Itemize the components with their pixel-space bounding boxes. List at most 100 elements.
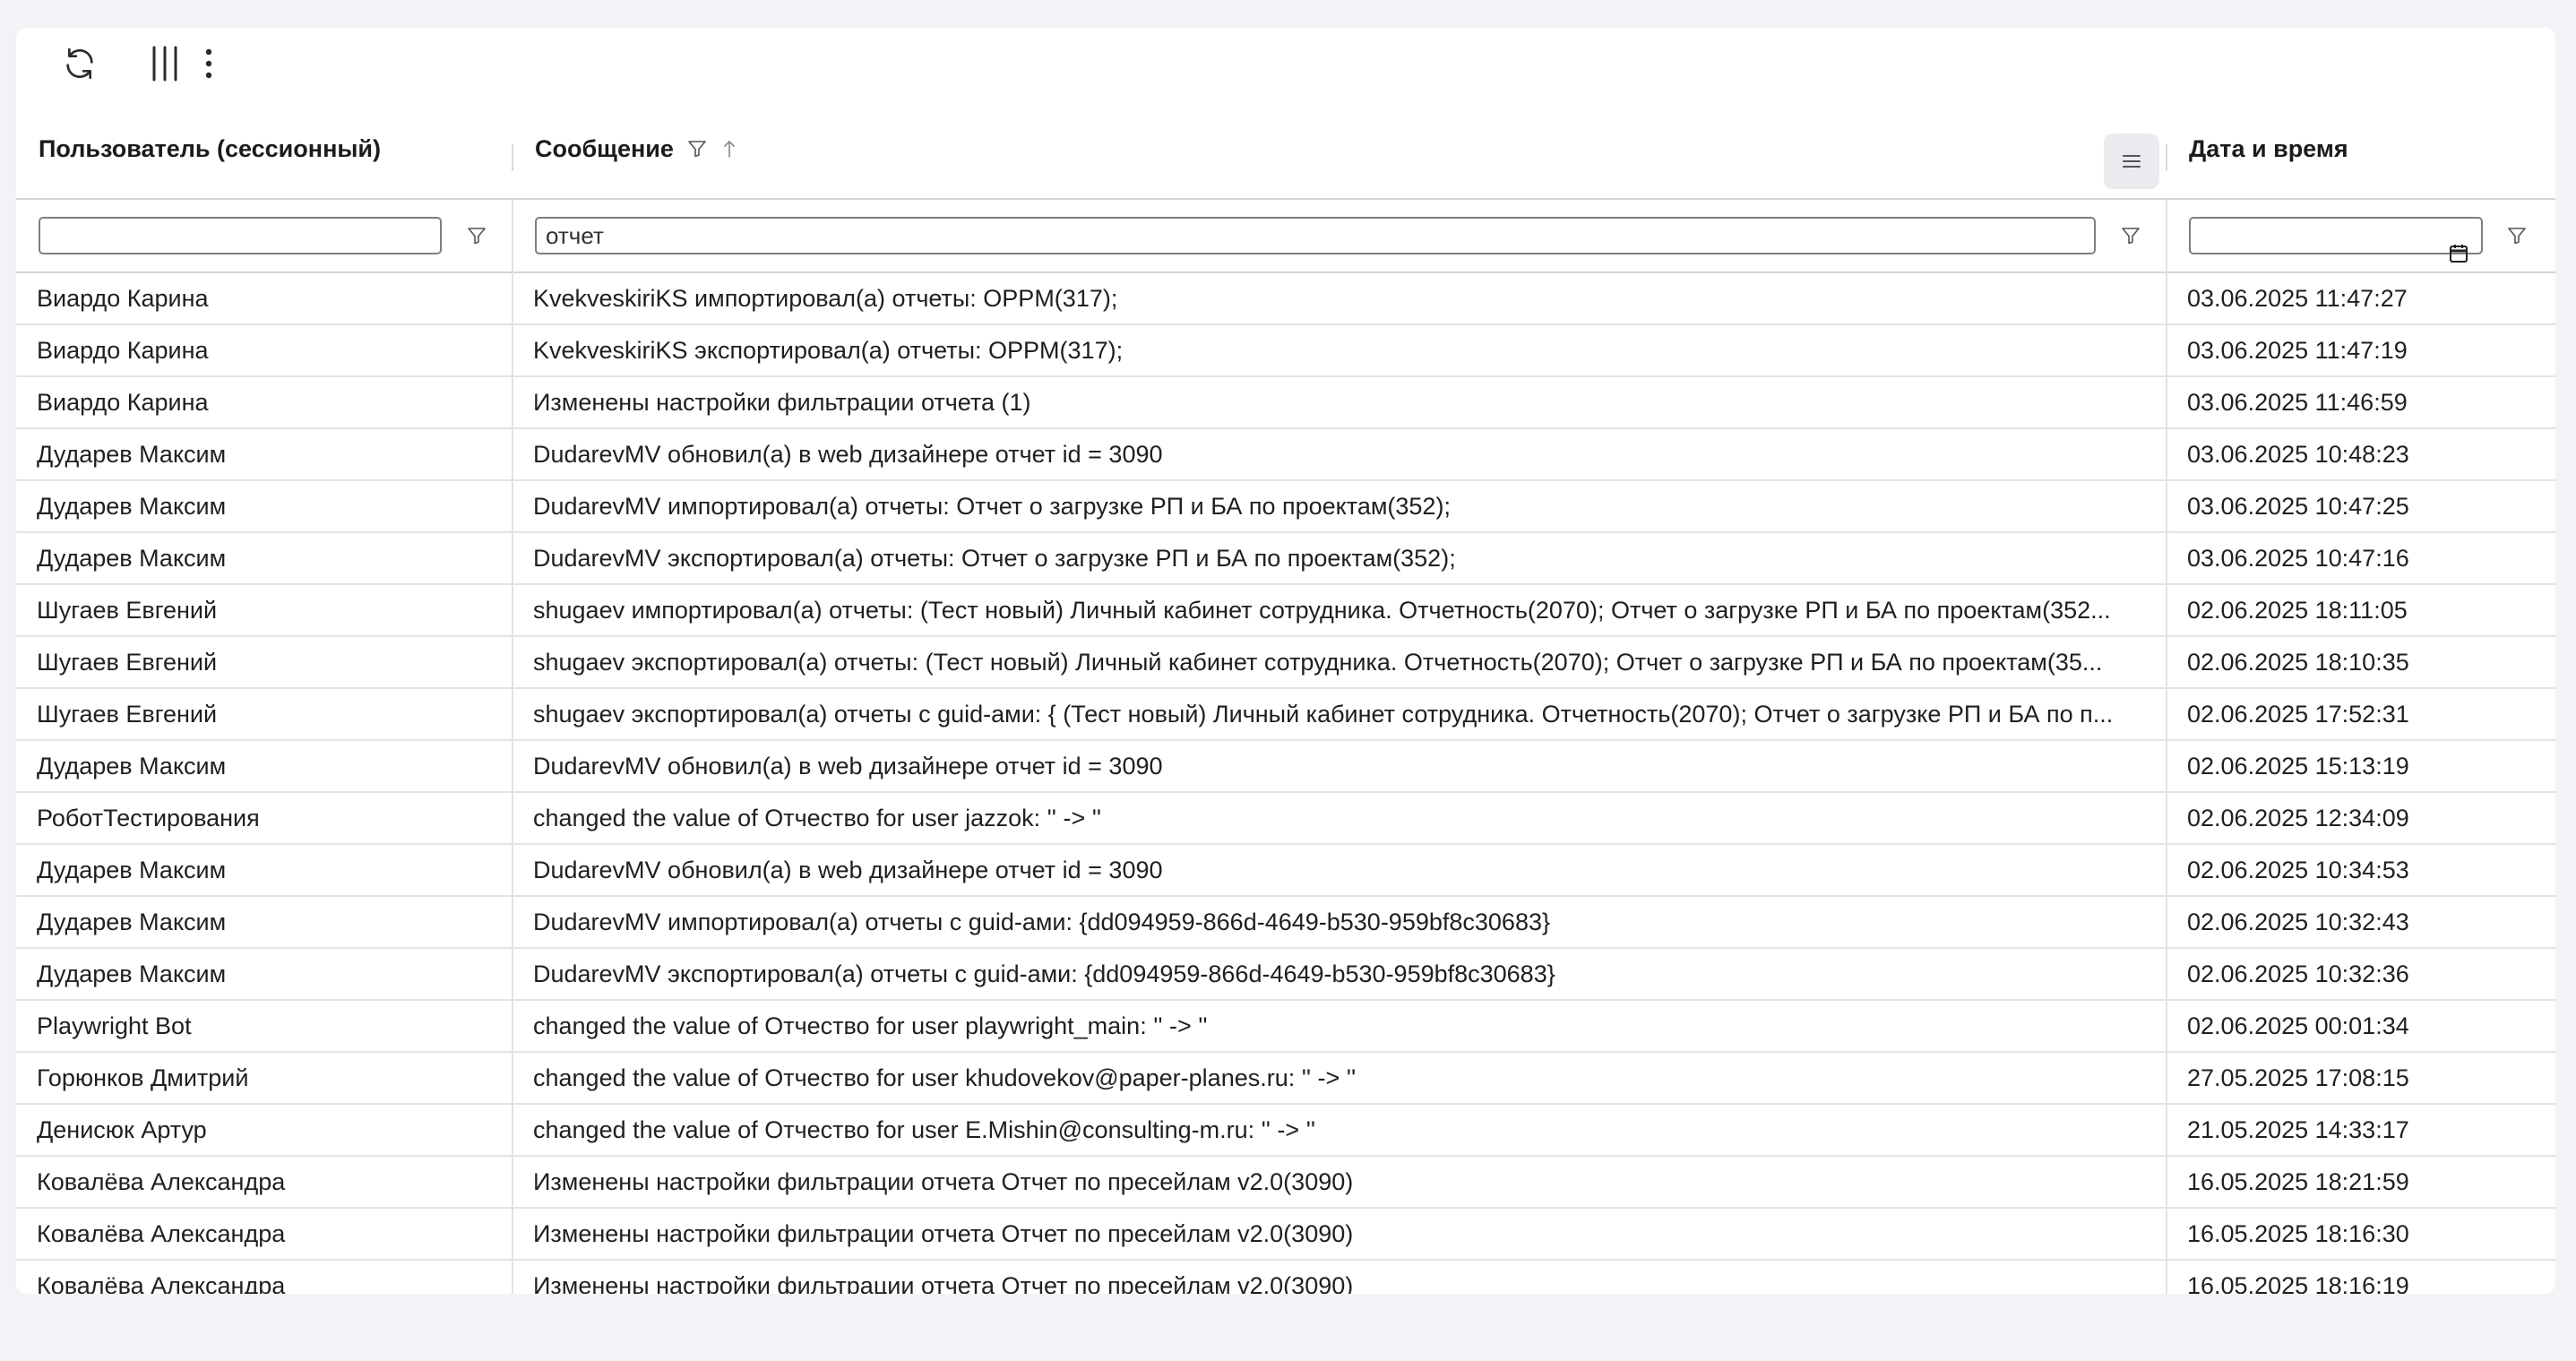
table-row[interactable]: Ковалёва Александра Изменены настройки фи… xyxy=(16,1157,2555,1209)
refresh-icon xyxy=(66,47,93,80)
filter-icon xyxy=(468,228,486,245)
column-separator[interactable] xyxy=(512,144,513,171)
columns-icon xyxy=(152,46,177,82)
cell-message: KvekveskiriKS импортировал(а) отчеты: OP… xyxy=(533,285,1118,312)
message-filter-button[interactable] xyxy=(2117,222,2144,249)
filter-active-icon[interactable] xyxy=(686,138,708,159)
cell-user: Дударев Максим xyxy=(37,909,227,935)
column-header-user[interactable]: Пользователь (сессионный) xyxy=(39,99,381,198)
cell-datetime: 03.06.2025 11:47:27 xyxy=(2187,285,2408,312)
table-row[interactable]: Шугаев Евгений shugaev импортировал(а) от… xyxy=(16,585,2555,637)
cell-message: DudarevMV обновил(а) в web дизайнере отч… xyxy=(533,753,1163,780)
message-filter-input[interactable] xyxy=(535,217,2096,254)
table-row[interactable]: Виардо Карина Изменены настройки фильтрац… xyxy=(16,377,2555,429)
cell-datetime: 16.05.2025 18:21:59 xyxy=(2187,1168,2409,1195)
cell-datetime: 03.06.2025 10:48:23 xyxy=(2187,441,2409,468)
filter-row xyxy=(16,200,2555,273)
cell-datetime: 02.06.2025 15:13:19 xyxy=(2187,753,2409,780)
table-row[interactable]: Ковалёва Александра Изменены настройки фи… xyxy=(16,1261,2555,1294)
table-row[interactable]: РоботТестирования changed the value of От… xyxy=(16,793,2555,845)
column-header-message[interactable]: Сообщение xyxy=(535,99,738,198)
more-options-button[interactable] xyxy=(195,37,222,90)
column-divider xyxy=(512,200,513,273)
table-row[interactable]: Виардо Карина KvekveskiriKS экспортировал… xyxy=(16,325,2555,377)
cell-user: Шугаев Евгений xyxy=(37,597,218,624)
cell-datetime: 21.05.2025 14:33:17 xyxy=(2187,1116,2409,1143)
table-row[interactable]: Дударев Максим DudarevMV импортировал(а) … xyxy=(16,897,2555,949)
cell-datetime: 02.06.2025 17:52:31 xyxy=(2187,701,2409,728)
cell-datetime: 02.06.2025 10:32:36 xyxy=(2187,960,2409,987)
cell-message: Изменены настройки фильтрации отчета Отч… xyxy=(533,1272,1354,1294)
cell-user: РоботТестирования xyxy=(37,805,260,831)
table-row[interactable]: Ковалёва Александра Изменены настройки фи… xyxy=(16,1209,2555,1261)
table-row[interactable]: Дударев Максим DudarevMV экспортировал(а)… xyxy=(16,533,2555,585)
cell-datetime: 16.05.2025 18:16:30 xyxy=(2187,1220,2409,1247)
calendar-icon[interactable] xyxy=(2449,243,2468,264)
table-row[interactable]: Дударев Максим DudarevMV обновил(а) в web… xyxy=(16,845,2555,897)
cell-datetime: 02.06.2025 00:01:34 xyxy=(2187,1012,2409,1039)
datetime-filter-button[interactable] xyxy=(2503,222,2530,249)
cell-message: DudarevMV экспортировал(а) отчеты: Отчет… xyxy=(533,545,1456,572)
cell-message: KvekveskiriKS экспортировал(а) отчеты: O… xyxy=(533,337,1124,364)
column-header-user-label: Пользователь (сессионный) xyxy=(39,134,382,162)
filter-icon xyxy=(2122,228,2140,245)
table-row[interactable]: Шугаев Евгений shugaev экспортировал(а) о… xyxy=(16,689,2555,741)
user-filter-button[interactable] xyxy=(463,222,490,249)
user-filter-input[interactable] xyxy=(39,217,442,254)
cell-message: DudarevMV импортировал(а) отчеты: Отчет … xyxy=(533,493,1451,520)
cell-datetime: 27.05.2025 17:08:15 xyxy=(2187,1064,2409,1091)
cell-message: Изменены настройки фильтрации отчета Отч… xyxy=(533,1168,1354,1195)
cell-message: changed the value of Отчество for user k… xyxy=(533,1064,1357,1091)
table-row[interactable]: Дударев Максим DudarevMV обновил(а) в web… xyxy=(16,741,2555,793)
cell-message: DudarevMV обновил(а) в web дизайнере отч… xyxy=(533,857,1163,883)
cell-user: Дударев Максим xyxy=(37,960,227,987)
table-row[interactable]: Виардо Карина KvekveskiriKS импортировал(… xyxy=(16,273,2555,325)
column-menu-button[interactable] xyxy=(2104,134,2159,189)
cell-message: Изменены настройки фильтрации отчета (1) xyxy=(533,389,1031,416)
cell-user: Горюнков Дмитрий xyxy=(37,1064,249,1091)
cell-user: Виардо Карина xyxy=(37,389,209,416)
cell-message: Изменены настройки фильтрации отчета Отч… xyxy=(533,1220,1354,1247)
cell-user: Денисюк Артур xyxy=(37,1116,207,1143)
cell-message: changed the value of Отчество for user p… xyxy=(533,1012,1208,1039)
table-row[interactable]: Дударев Максим DudarevMV экспортировал(а)… xyxy=(16,949,2555,1001)
cell-user: Дударев Максим xyxy=(37,493,227,520)
column-separator[interactable] xyxy=(2166,144,2167,171)
cell-user: Дударев Максим xyxy=(37,441,227,468)
cell-datetime: 16.05.2025 18:16:19 xyxy=(2187,1272,2409,1294)
table-row[interactable]: Шугаев Евгений shugaev экспортировал(а) о… xyxy=(16,637,2555,689)
cell-datetime: 03.06.2025 10:47:25 xyxy=(2187,493,2409,520)
cell-user: Виардо Карина xyxy=(37,337,209,364)
cell-datetime: 02.06.2025 18:10:35 xyxy=(2187,649,2409,676)
datetime-filter-input[interactable] xyxy=(2189,217,2483,263)
table-row[interactable]: Денисюк Артур changed the value of Отчест… xyxy=(16,1105,2555,1157)
column-divider xyxy=(2166,200,2167,273)
cell-user: Ковалёва Александра xyxy=(37,1272,286,1294)
table-row[interactable]: Дударев Максим DudarevMV импортировал(а) … xyxy=(16,481,2555,533)
cell-user: Шугаев Евгений xyxy=(37,701,218,728)
grid-header: Пользователь (сессионный) Сообщение Дата… xyxy=(16,99,2555,200)
cell-datetime: 03.06.2025 11:46:59 xyxy=(2187,389,2408,416)
grid-body: Виардо Карина KvekveskiriKS импортировал(… xyxy=(16,273,2555,1294)
cell-user: Виардо Карина xyxy=(37,285,209,312)
column-header-datetime[interactable]: Дата и время xyxy=(2189,99,2348,198)
cell-datetime: 03.06.2025 11:47:19 xyxy=(2187,337,2408,364)
table-row[interactable]: Дударев Максим DudarevMV обновил(а) в web… xyxy=(16,429,2555,481)
cell-user: Дударев Максим xyxy=(37,857,227,883)
cell-message: DudarevMV экспортировал(а) отчеты с guid… xyxy=(533,960,1555,987)
sort-ascending-icon[interactable] xyxy=(720,138,738,159)
cell-user: Шугаев Евгений xyxy=(37,649,218,676)
refresh-button[interactable] xyxy=(53,37,107,90)
cell-user: Дударев Максим xyxy=(37,545,227,572)
cell-message: DudarevMV обновил(а) в web дизайнере отч… xyxy=(533,441,1163,468)
cell-message: shugaev импортировал(а) отчеты: (Тест но… xyxy=(533,597,2111,624)
cell-user: Дударев Максим xyxy=(37,753,227,780)
table-row[interactable]: Playwright Bot changed the value of Отчес… xyxy=(16,1001,2555,1053)
table-row[interactable]: Горюнков Дмитрий changed the value of Отч… xyxy=(16,1053,2555,1105)
columns-button[interactable] xyxy=(138,37,192,90)
grid-toolbar xyxy=(16,28,2555,99)
cell-message: DudarevMV импортировал(а) отчеты с guid-… xyxy=(533,909,1550,935)
column-header-message-label: Сообщение xyxy=(535,134,674,162)
cell-datetime: 02.06.2025 10:34:53 xyxy=(2187,857,2409,883)
cell-user: Playwright Bot xyxy=(37,1012,192,1039)
